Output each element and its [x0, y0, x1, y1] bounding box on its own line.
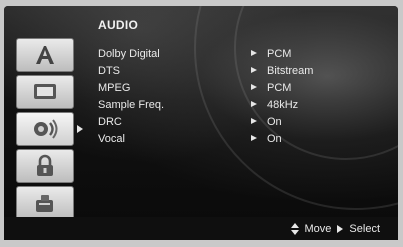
sidebar-item-language[interactable]: [16, 38, 74, 72]
sidebar-item-audio[interactable]: [16, 112, 74, 146]
select-label: Select: [349, 223, 380, 235]
setting-value: Bitstream: [267, 65, 314, 77]
sidebar-item-lock[interactable]: [16, 149, 74, 183]
sidebar-item-others[interactable]: [16, 186, 74, 220]
right-arrow-icon: [251, 135, 257, 141]
navigation-hint: Move Select: [290, 223, 380, 235]
setting-row-dts[interactable]: DTS Bitstream: [98, 63, 398, 80]
setting-label: Sample Freq.: [98, 99, 165, 111]
setting-row-mpeg[interactable]: MPEG PCM: [98, 80, 398, 97]
right-arrow-icon: [251, 84, 257, 90]
setting-label: Vocal: [98, 133, 125, 145]
menu-frame: AUDIO Dolby Digital PCM DTS Bitstream MP…: [4, 6, 398, 240]
sidebar: [16, 38, 74, 220]
setting-label: DTS: [98, 65, 120, 77]
right-arrow-icon: [251, 101, 257, 107]
setting-row-drc[interactable]: DRC On: [98, 114, 398, 131]
setting-label: Dolby Digital: [98, 48, 160, 60]
sidebar-item-display[interactable]: [16, 75, 74, 109]
up-down-arrow-icon: [290, 223, 299, 235]
setting-row-dolby-digital[interactable]: Dolby Digital PCM: [98, 46, 398, 63]
setting-value: 48kHz: [267, 99, 299, 111]
move-label: Move: [304, 223, 332, 235]
display-icon: [32, 82, 58, 102]
setting-row-vocal[interactable]: Vocal On: [98, 131, 398, 148]
setting-value: On: [267, 133, 282, 145]
setting-value: On: [267, 116, 282, 128]
language-icon: [32, 44, 58, 66]
setting-value: PCM: [267, 82, 292, 94]
footer-bar: Move Select: [4, 217, 398, 240]
lock-icon: [34, 154, 56, 178]
right-arrow-icon: [251, 67, 257, 73]
right-arrow-icon: [251, 118, 257, 124]
setting-value: PCM: [267, 48, 292, 60]
others-icon: [33, 192, 57, 214]
dvd-setup-screen: AUDIO Dolby Digital PCM DTS Bitstream MP…: [0, 0, 403, 247]
active-section-arrow-icon: [77, 125, 83, 133]
page-title: AUDIO: [98, 18, 139, 32]
settings-list: Dolby Digital PCM DTS Bitstream MPEG PCM…: [98, 46, 398, 148]
setting-row-sample-freq[interactable]: Sample Freq. 48kHz: [98, 97, 398, 114]
setting-label: MPEG: [98, 82, 131, 94]
setting-label: DRC: [98, 116, 122, 128]
right-arrow-icon: [251, 50, 257, 56]
audio-icon: [31, 118, 59, 140]
right-arrow-icon: [337, 225, 344, 233]
